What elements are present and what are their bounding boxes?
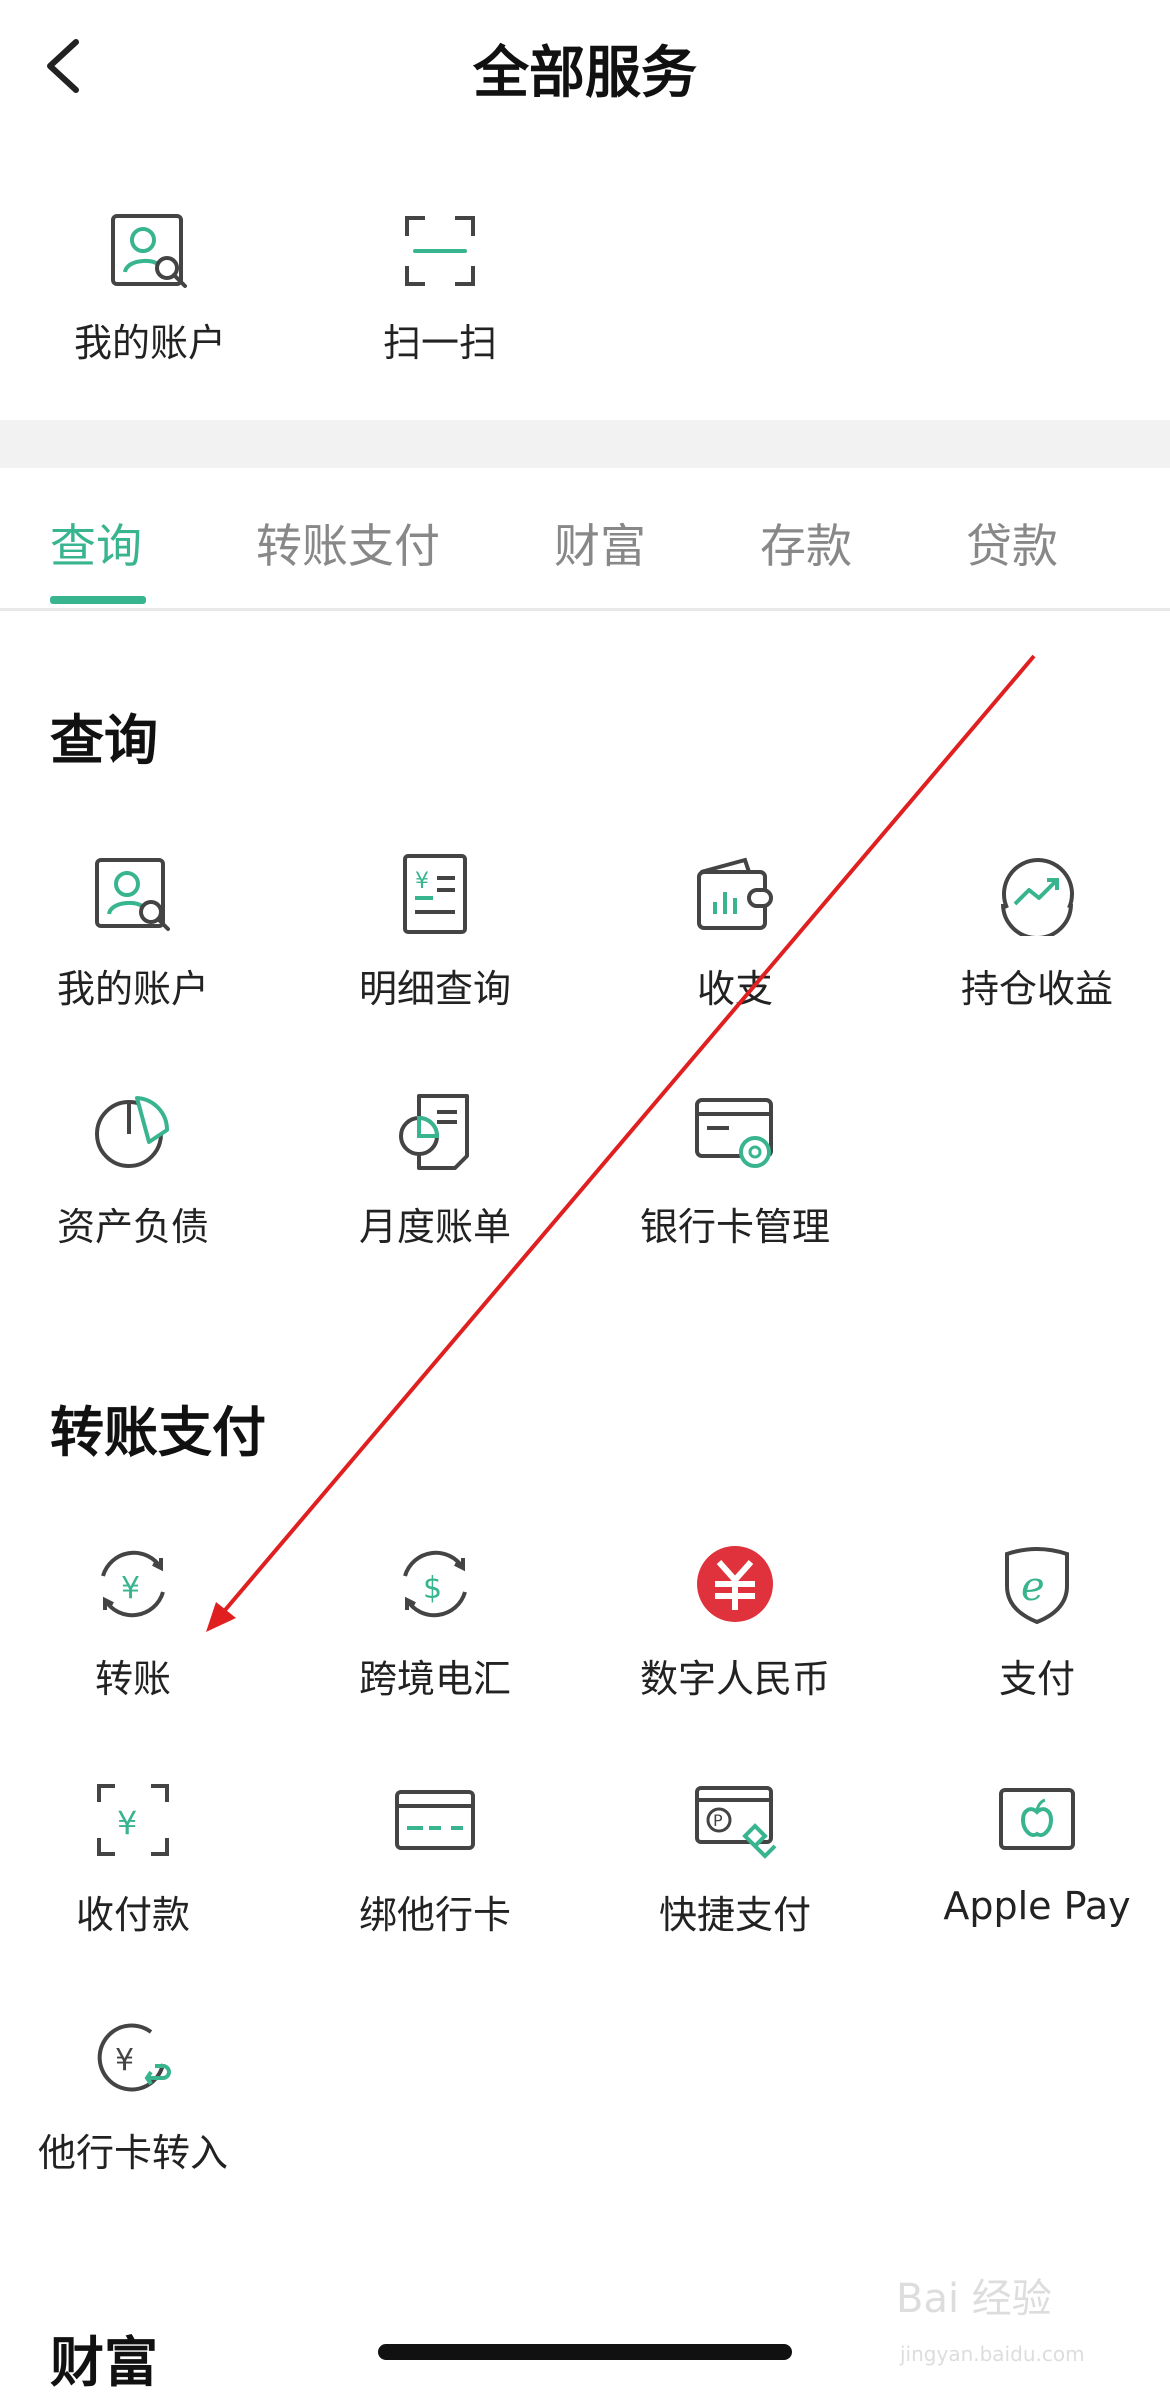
- service-monthly-bill[interactable]: 月度账单: [285, 1090, 585, 1251]
- service-quick-pay[interactable]: P 快捷支付: [585, 1778, 885, 1939]
- service-label: 月度账单: [358, 1205, 511, 1249]
- service-transfer[interactable]: ¥ 转账: [0, 1542, 283, 1703]
- service-label: 收付款: [75, 1893, 190, 1937]
- service-label: 银行卡管理: [639, 1205, 830, 1249]
- yuan-transfer-icon: ¥: [91, 1542, 175, 1626]
- card-settings-icon: [693, 1090, 777, 1174]
- service-digital-rmb[interactable]: 数字人民币: [585, 1542, 885, 1703]
- service-payment[interactable]: e 支付: [887, 1542, 1170, 1703]
- tab-deposit[interactable]: 存款: [760, 510, 852, 576]
- wallet-chart-icon: [693, 852, 777, 936]
- account-search-icon: [91, 852, 175, 936]
- home-indicator[interactable]: [378, 2344, 792, 2360]
- quick-action-scan[interactable]: 扫一扫: [340, 208, 540, 367]
- service-receive-pay[interactable]: ¥ 收付款: [0, 1778, 283, 1939]
- tab-query[interactable]: 查询: [50, 510, 142, 576]
- service-assets-liabilities[interactable]: 资产负债: [0, 1090, 283, 1251]
- yuan-return-icon: ¥: [91, 2016, 175, 2100]
- service-label: 持仓收益: [960, 967, 1113, 1011]
- service-cross-border-remit[interactable]: $ 跨境电汇: [285, 1542, 585, 1703]
- tab-wealth[interactable]: 财富: [554, 510, 646, 576]
- service-label: 我的账户: [56, 967, 209, 1011]
- svg-text:¥: ¥: [117, 1804, 137, 1842]
- quick-action-my-account[interactable]: 我的账户: [50, 208, 250, 367]
- service-label: 支付: [998, 1657, 1075, 1701]
- svg-text:¥: ¥: [415, 869, 429, 894]
- apple-pay-icon: [995, 1778, 1079, 1862]
- scan-icon: [397, 208, 483, 294]
- watermark-logo: Bai 经验: [896, 2276, 1052, 2322]
- trend-up-icon: [995, 852, 1079, 940]
- service-income-expense[interactable]: 收支: [585, 852, 885, 1013]
- service-label: Apple Pay: [943, 1884, 1131, 1928]
- quick-action-label: 我的账户: [73, 321, 226, 365]
- watermark-url: jingyan.baidu.com: [900, 2342, 1085, 2366]
- pie-chart-icon: [91, 1090, 175, 1174]
- service-label: 资产负债: [56, 1205, 209, 1249]
- svg-text:¥: ¥: [115, 2043, 134, 2078]
- tab-loan[interactable]: 贷款: [966, 510, 1058, 576]
- service-other-card-transfer-in[interactable]: ¥ 他行卡转入: [0, 2016, 283, 2177]
- statement-icon: ¥: [393, 852, 477, 936]
- section-divider: [0, 420, 1170, 468]
- service-label: 明细查询: [358, 967, 511, 1011]
- service-card-management[interactable]: 银行卡管理: [585, 1090, 885, 1251]
- svg-text:¥: ¥: [121, 1571, 140, 1606]
- dollar-transfer-icon: $: [393, 1542, 477, 1626]
- active-tab-indicator: [50, 596, 146, 604]
- digital-rmb-icon: [693, 1542, 777, 1626]
- card-icon: [393, 1778, 477, 1862]
- service-label: 他行卡转入: [37, 2131, 228, 2175]
- category-tabs: 查询 转账支付 财富 存款 贷款: [0, 468, 1170, 611]
- service-bind-other-card[interactable]: 绑他行卡: [285, 1778, 585, 1939]
- svg-text:P: P: [713, 1811, 723, 1830]
- section-title-query: 查询: [50, 709, 158, 772]
- e-shield-icon: e: [995, 1542, 1079, 1626]
- quick-action-label: 扫一扫: [382, 321, 497, 365]
- service-label: 收支: [696, 967, 773, 1011]
- scan-yuan-icon: ¥: [91, 1778, 175, 1862]
- svg-text:e: e: [1021, 1564, 1045, 1610]
- bill-icon: [393, 1090, 477, 1174]
- service-holding-returns[interactable]: 持仓收益: [887, 852, 1170, 1013]
- service-label: 数字人民币: [639, 1657, 830, 1701]
- section-title-wealth: 财富: [50, 2331, 158, 2394]
- service-apple-pay[interactable]: Apple Pay: [887, 1778, 1170, 1928]
- svg-text:$: $: [423, 1571, 442, 1606]
- service-statement-query[interactable]: ¥ 明细查询: [285, 852, 585, 1013]
- section-title-transfer-pay: 转账支付: [50, 1401, 266, 1464]
- quick-pay-icon: P: [693, 1778, 777, 1862]
- service-label: 转账: [94, 1657, 171, 1701]
- service-label: 快捷支付: [658, 1893, 811, 1937]
- service-label: 跨境电汇: [358, 1657, 511, 1701]
- page-title: 全部服务: [473, 41, 697, 106]
- service-label: 绑他行卡: [358, 1893, 511, 1937]
- tab-transfer-pay[interactable]: 转账支付: [256, 510, 440, 576]
- service-my-account[interactable]: 我的账户: [0, 852, 283, 1013]
- account-search-icon: [107, 208, 193, 294]
